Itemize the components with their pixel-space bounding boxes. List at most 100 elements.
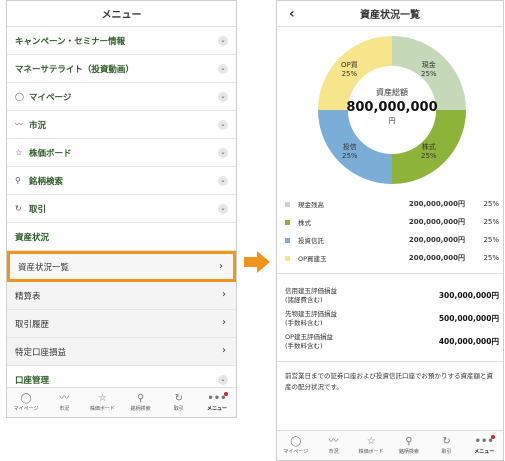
star-icon: ☆ — [97, 393, 107, 404]
chevron-down-icon: ⌄ — [218, 120, 228, 130]
page-title: 資産状況一覧 — [360, 10, 420, 21]
divider — [277, 361, 503, 362]
legend-row: 株式 200,000,000円 25% — [285, 213, 499, 231]
tab-mypage[interactable]: ◯ マイページ — [7, 388, 45, 417]
total-label: 資産総額 — [376, 88, 408, 97]
tab-stock-board[interactable]: ☆ 株価ボード — [83, 388, 121, 417]
asset-legend: 現金残高 200,000,000円 25% 株式 200,000,000円 25… — [285, 195, 499, 267]
legend-swatch — [285, 255, 290, 261]
valuation-value: 500,000,000円 — [438, 314, 499, 323]
menu-row-search[interactable]: ⚲ 銘柄検索 ⌄ — [7, 167, 236, 195]
search-icon: ⚲ — [405, 436, 413, 447]
section-label: 資産状況 — [15, 232, 50, 243]
person-icon: ◯ — [15, 92, 24, 101]
menu-row-label: 取引 — [29, 204, 47, 215]
legend-swatch — [285, 219, 290, 225]
donut-center: 資産総額 800,000,000 円 — [317, 87, 467, 126]
menu-row-label: 資産状況一覧 — [18, 262, 70, 273]
person-icon: ◯ — [290, 436, 302, 447]
menu-row-campaign[interactable]: キャンペーン・セミナー情報 ⌄ — [7, 27, 236, 55]
chevron-down-icon: ⌄ — [218, 64, 228, 74]
asset-donut-chart: 資産総額 800,000,000 円 現金 25% 株式 25% 投信 25% OP買… — [317, 35, 467, 185]
menu-row-label: 精算表 — [15, 291, 41, 302]
line-chart-icon: 〰 — [59, 393, 70, 404]
menu-screen: メニュー キャンペーン・セミナー情報 ⌄ マネーサテライト（投資動画） ⌄ ◯ … — [6, 0, 237, 418]
menu-row-label: マイページ — [29, 92, 72, 103]
arrow-right-icon — [244, 251, 270, 273]
section-asset-status: 資産状況 — [7, 223, 236, 251]
menu-row-specific-account[interactable]: 特定口座損益 › — [7, 338, 236, 366]
tab-mypage[interactable]: ◯ マイページ — [277, 431, 315, 460]
tab-trade[interactable]: ↻ 取引 — [160, 388, 198, 417]
star-icon: ☆ — [15, 148, 23, 157]
valuation-value: 300,000,000円 — [438, 291, 499, 300]
menu-row-trade-history[interactable]: 取引履歴 › — [7, 310, 236, 338]
menu-row-money-satellite[interactable]: マネーサテライト（投資動画） ⌄ — [7, 55, 236, 83]
valuation-row: 信用建玉評価損益 (諸経費含む) 300,000,000円 — [285, 286, 499, 304]
tab-market[interactable]: 〰市況 — [45, 388, 83, 417]
menu-row-label: キャンペーン・セミナー情報 — [15, 36, 126, 47]
person-icon: ◯ — [20, 393, 32, 404]
menu-row-mypage[interactable]: ◯ マイページ ⌄ — [7, 83, 236, 111]
divider — [277, 273, 503, 274]
tab-search[interactable]: ⚲ 銘柄検索 — [122, 388, 160, 417]
tab-menu[interactable]: ••• メニュー — [465, 431, 503, 460]
tab-stock-board[interactable]: ☆ 株価ボード — [352, 431, 390, 460]
tab-menu[interactable]: ••• メニュー — [198, 388, 236, 417]
tab-market[interactable]: 〰市況 — [315, 431, 353, 460]
star-icon: ☆ — [366, 436, 376, 447]
menu-row-label: 市況 — [29, 120, 47, 131]
notification-dot — [224, 392, 229, 396]
asset-overview-screen: ‹ 資産状況一覧 資産総額 800,000,000 円 現金 25% 株式 25% … — [276, 0, 504, 461]
line-chart-icon: 〰 — [328, 436, 339, 447]
menu-title: メニュー — [101, 10, 142, 21]
valuation-value: 400,000,000円 — [438, 337, 499, 346]
slice-label-stock: 株式 25% — [421, 143, 437, 160]
tab-bar: ◯ マイページ 〰市況 ☆ 株価ボード ⚲ 銘柄検索 ↻ 取引 ••• メニュー — [277, 430, 503, 460]
menu-row-trade[interactable]: ↻ 取引 ⌄ — [7, 195, 236, 223]
chevron-right-icon: › — [222, 289, 226, 300]
menu-row-stock-board[interactable]: ☆ 株価ボード ⌄ — [7, 139, 236, 167]
menu-row-settlement[interactable]: 精算表 › — [7, 282, 236, 310]
chevron-down-icon: ⌄ — [218, 92, 228, 102]
slice-label-cash: 現金 25% — [421, 61, 437, 78]
menu-row-label: 口座管理 — [15, 375, 50, 386]
chevron-down-icon: ⌄ — [218, 204, 228, 214]
menu-row-label: 特定口座損益 — [15, 347, 67, 358]
menu-row-label: 取引履歴 — [15, 319, 50, 330]
menu-header: メニュー — [7, 1, 236, 27]
chevron-down-icon: ⌄ — [218, 176, 228, 186]
tab-trade[interactable]: ↻ 取引 — [428, 431, 466, 460]
legend-row: 現金残高 200,000,000円 25% — [285, 195, 499, 213]
asset-header: ‹ 資産状況一覧 — [277, 1, 503, 27]
notification-dot — [491, 435, 496, 439]
chevron-right-icon: › — [219, 261, 223, 272]
back-icon[interactable]: ‹ — [289, 6, 295, 22]
menu-row-label: マネーサテライト（投資動画） — [15, 64, 134, 75]
refresh-icon: ↻ — [174, 393, 183, 404]
menu-row-market[interactable]: 〰 市況 ⌄ — [7, 111, 236, 139]
chevron-down-icon: ⌄ — [218, 375, 228, 385]
total-value: 800,000,000 — [346, 100, 438, 115]
legend-swatch — [285, 237, 290, 243]
tab-bar: ◯ マイページ 〰市況 ☆ 株価ボード ⚲ 銘柄検索 ↻ 取引 ••• メニュー — [7, 387, 236, 417]
menu-row-label: 銘柄検索 — [29, 176, 64, 187]
tab-search[interactable]: ⚲ 銘柄検索 — [390, 431, 428, 460]
refresh-icon: ↻ — [15, 204, 22, 213]
line-chart-icon: 〰 — [15, 120, 23, 129]
chevron-right-icon: › — [222, 317, 226, 328]
valuation-row: OP建玉評価損益 (手数料含む) 400,000,000円 — [285, 332, 499, 350]
menu-row-label: 株価ボード — [29, 148, 72, 159]
slice-label-fund: 投信 25% — [342, 143, 358, 160]
legend-swatch — [285, 201, 290, 207]
legend-row: OP買建玉 200,000,000円 25% — [285, 249, 499, 267]
valuation-row: 先物建玉評価損益 (手数料含む) 500,000,000円 — [285, 309, 499, 327]
search-icon: ⚲ — [136, 393, 145, 404]
slice-label-option: OP買 25% — [341, 61, 358, 78]
valuation-block: 信用建玉評価損益 (諸経費含む) 300,000,000円 先物建玉評価損益 (手数… — [285, 284, 499, 353]
legend-row: 投資信託 200,000,000円 25% — [285, 231, 499, 249]
menu-row-asset-list[interactable]: 資産状況一覧 › — [7, 251, 236, 282]
total-unit: 円 — [388, 117, 396, 125]
chevron-down-icon: ⌄ — [218, 36, 228, 46]
chevron-right-icon: › — [222, 345, 226, 356]
